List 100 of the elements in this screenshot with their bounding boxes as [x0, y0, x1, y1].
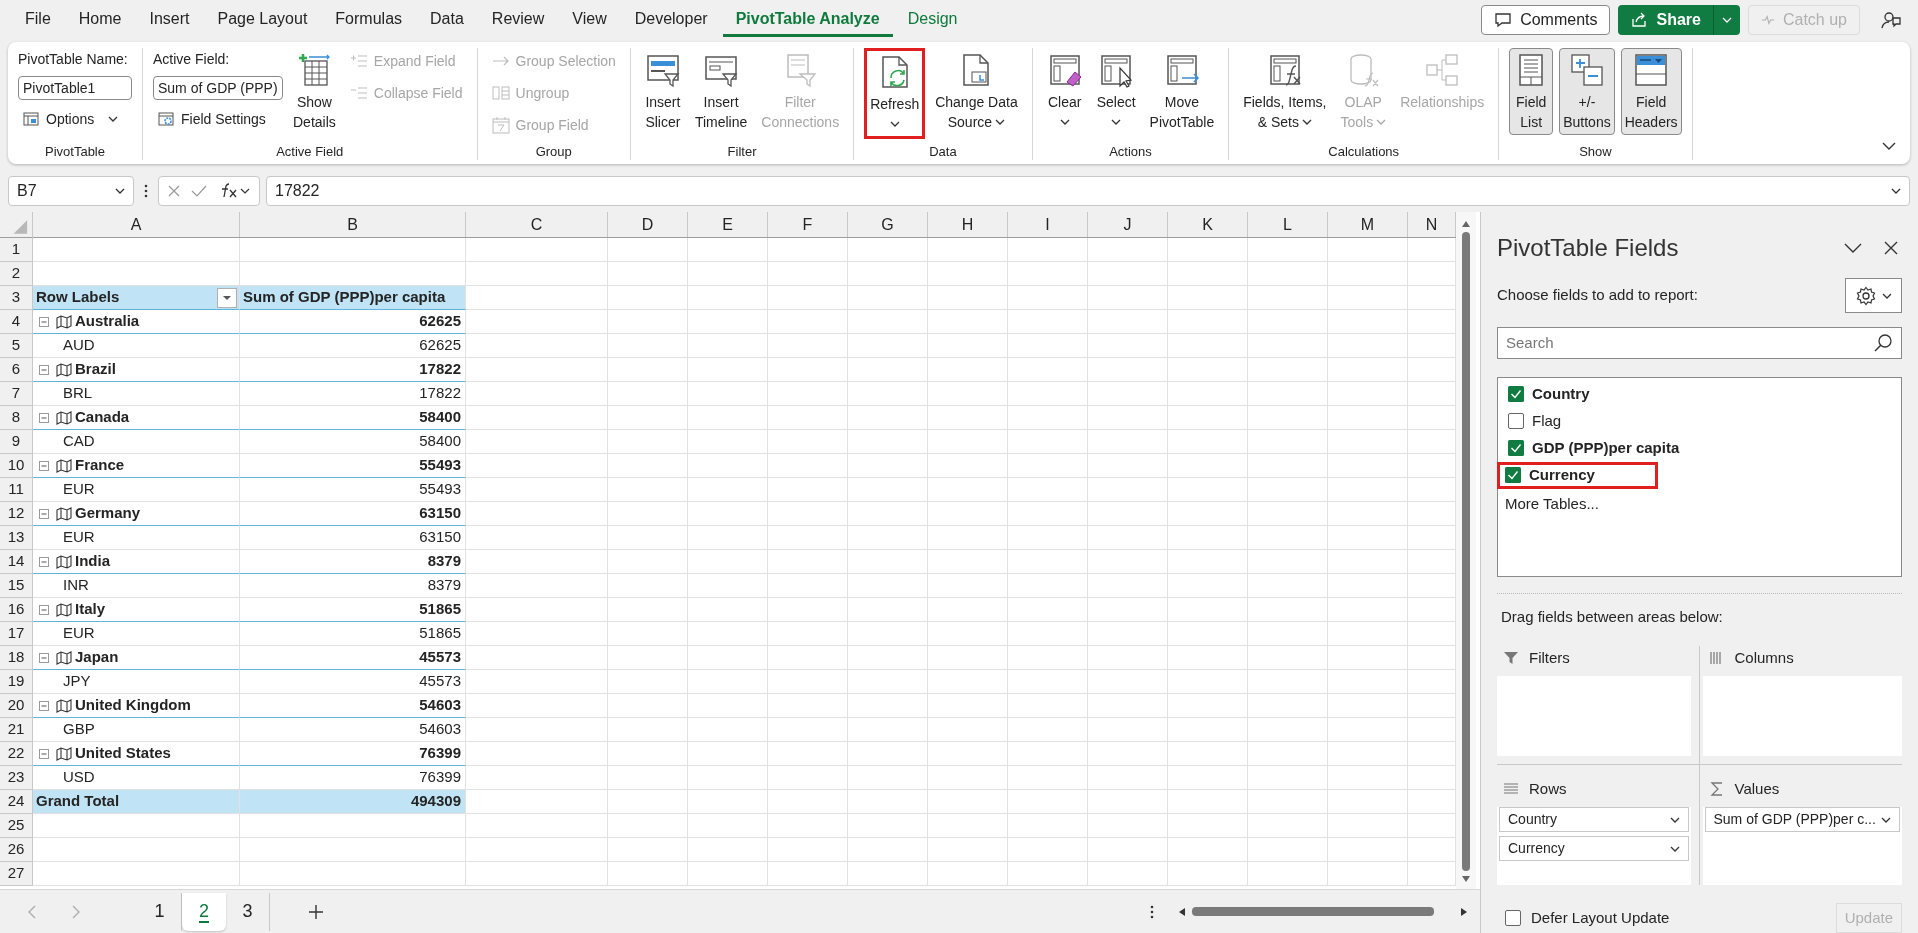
chevron-down-icon[interactable] [1844, 243, 1862, 253]
row-number[interactable]: 26 [0, 838, 33, 862]
row-number[interactable]: 3 [0, 286, 33, 310]
scroll-right-icon[interactable] [1460, 906, 1468, 917]
menu-tab[interactable]: Review [478, 3, 558, 37]
collapse-button[interactable] [39, 652, 49, 663]
collapse-button[interactable] [39, 748, 49, 759]
column-header[interactable]: H [928, 212, 1008, 237]
column-header[interactable]: I [1008, 212, 1088, 237]
comments-button[interactable]: Comments [1481, 5, 1611, 35]
collapse-button[interactable] [39, 700, 49, 711]
row-number[interactable]: 12 [0, 502, 33, 526]
field-item[interactable]: Currency [1497, 461, 1658, 489]
row-number[interactable]: 8 [0, 406, 33, 430]
row-number[interactable]: 19 [0, 670, 33, 694]
search-field[interactable]: Search [1497, 327, 1902, 359]
ribbon-button[interactable]: Field Headers [1620, 48, 1682, 135]
settings-button[interactable] [1845, 278, 1902, 313]
ribbon-button[interactable]: Show Details [289, 48, 340, 135]
row-number[interactable]: 25 [0, 814, 33, 838]
column-header[interactable]: E [688, 212, 768, 237]
row-number[interactable]: 23 [0, 766, 33, 790]
field-item[interactable]: GDP (PPP)per capita [1501, 434, 1743, 462]
ribbon-button[interactable]: Insert Slicer [640, 48, 685, 135]
person-chat-icon[interactable] [1880, 9, 1902, 31]
scroll-up-icon[interactable] [1461, 220, 1471, 228]
menu-tab[interactable]: View [559, 3, 620, 37]
more-icon[interactable] [144, 184, 148, 198]
input-field[interactable]: Sum of GDP (PPP) [153, 76, 283, 100]
menu-tab[interactable]: Design [894, 3, 971, 37]
row-number[interactable]: 6 [0, 358, 33, 382]
ribbon-button[interactable]: Select [1092, 48, 1140, 135]
row-number[interactable]: 2 [0, 262, 33, 286]
filter-dropdown-button[interactable] [217, 287, 237, 308]
checkbox[interactable] [1505, 910, 1521, 926]
close-icon[interactable] [1884, 241, 1898, 255]
column-header[interactable]: A [33, 212, 240, 237]
menu-tab[interactable]: File [12, 3, 64, 37]
scroll-left-icon[interactable] [1178, 906, 1186, 917]
column-header[interactable]: L [1248, 212, 1328, 237]
area-field[interactable]: Sum of GDP (PPP)per c... [1704, 807, 1900, 832]
column-header[interactable]: G [848, 212, 928, 237]
ribbon-button[interactable]: Insert Timeline [690, 48, 752, 135]
scroll-thumb[interactable] [1462, 232, 1470, 871]
more-tables-link[interactable]: More Tables... [1505, 492, 1599, 516]
ribbon-button[interactable]: Field List [1509, 48, 1554, 135]
row-number[interactable]: 24 [0, 790, 33, 814]
row-number[interactable]: 7 [0, 382, 33, 406]
area-field[interactable]: Country [1499, 807, 1689, 832]
sheet-tab[interactable]: 2 [182, 892, 226, 931]
column-header[interactable]: M [1328, 212, 1408, 237]
column-header[interactable]: F [768, 212, 848, 237]
column-header[interactable]: C [466, 212, 608, 237]
row-number[interactable]: 22 [0, 742, 33, 766]
collapse-button[interactable] [39, 556, 49, 567]
name-box[interactable]: B7 [8, 176, 134, 206]
more-icon[interactable] [1150, 904, 1154, 919]
enter-icon[interactable] [191, 184, 207, 198]
scroll-down-icon[interactable] [1461, 875, 1471, 883]
collapse-button[interactable] [39, 412, 49, 423]
share-button[interactable]: Share [1618, 5, 1740, 35]
checkbox[interactable] [1508, 440, 1524, 457]
collapse-button[interactable] [39, 316, 49, 327]
collapse-ribbon-icon[interactable] [1882, 142, 1896, 150]
row-number[interactable]: 20 [0, 694, 33, 718]
row-number[interactable]: 18 [0, 646, 33, 670]
menu-tab[interactable]: Developer [621, 3, 721, 37]
column-header[interactable]: B [240, 212, 466, 237]
ribbon-button[interactable]: Change Data Source [931, 48, 1022, 135]
row-number[interactable]: 4 [0, 310, 33, 334]
column-header[interactable]: K [1168, 212, 1248, 237]
collapse-button[interactable] [39, 364, 49, 375]
horizontal-scrollbar[interactable] [1178, 904, 1468, 919]
row-number[interactable]: 15 [0, 574, 33, 598]
row-number[interactable]: 9 [0, 430, 33, 454]
row-number[interactable]: 13 [0, 526, 33, 550]
menu-tab[interactable]: Page Layout [204, 3, 321, 37]
column-header[interactable]: D [608, 212, 688, 237]
collapse-button[interactable] [39, 508, 49, 519]
row-number[interactable]: 10 [0, 454, 33, 478]
defer-layout-checkbox[interactable]: Defer Layout Update [1505, 906, 1670, 930]
checkbox[interactable] [1505, 467, 1521, 484]
ribbon-button[interactable]: Clear [1042, 48, 1087, 135]
add-sheet-icon[interactable] [308, 903, 324, 920]
formula-field[interactable]: 17822 [266, 176, 1910, 206]
row-number[interactable]: 1 [0, 238, 33, 262]
row-number[interactable]: 21 [0, 718, 33, 742]
scroll-thumb[interactable] [1192, 907, 1434, 916]
collapse-button[interactable] [39, 460, 49, 471]
checkbox[interactable] [1508, 386, 1524, 403]
ribbon-button[interactable]: Refresh [864, 48, 926, 139]
menu-tab[interactable]: Data [417, 3, 477, 37]
row-number[interactable]: 14 [0, 550, 33, 574]
sheet-tab[interactable]: 3 [226, 892, 270, 931]
checkbox[interactable] [1508, 413, 1524, 430]
row-number[interactable]: 5 [0, 334, 33, 358]
menu-tab[interactable]: Formulas [322, 3, 416, 37]
menu-tab[interactable]: Insert [136, 3, 203, 37]
cancel-icon[interactable] [167, 184, 181, 198]
menu-tab[interactable]: PivotTable Analyze [722, 3, 893, 37]
